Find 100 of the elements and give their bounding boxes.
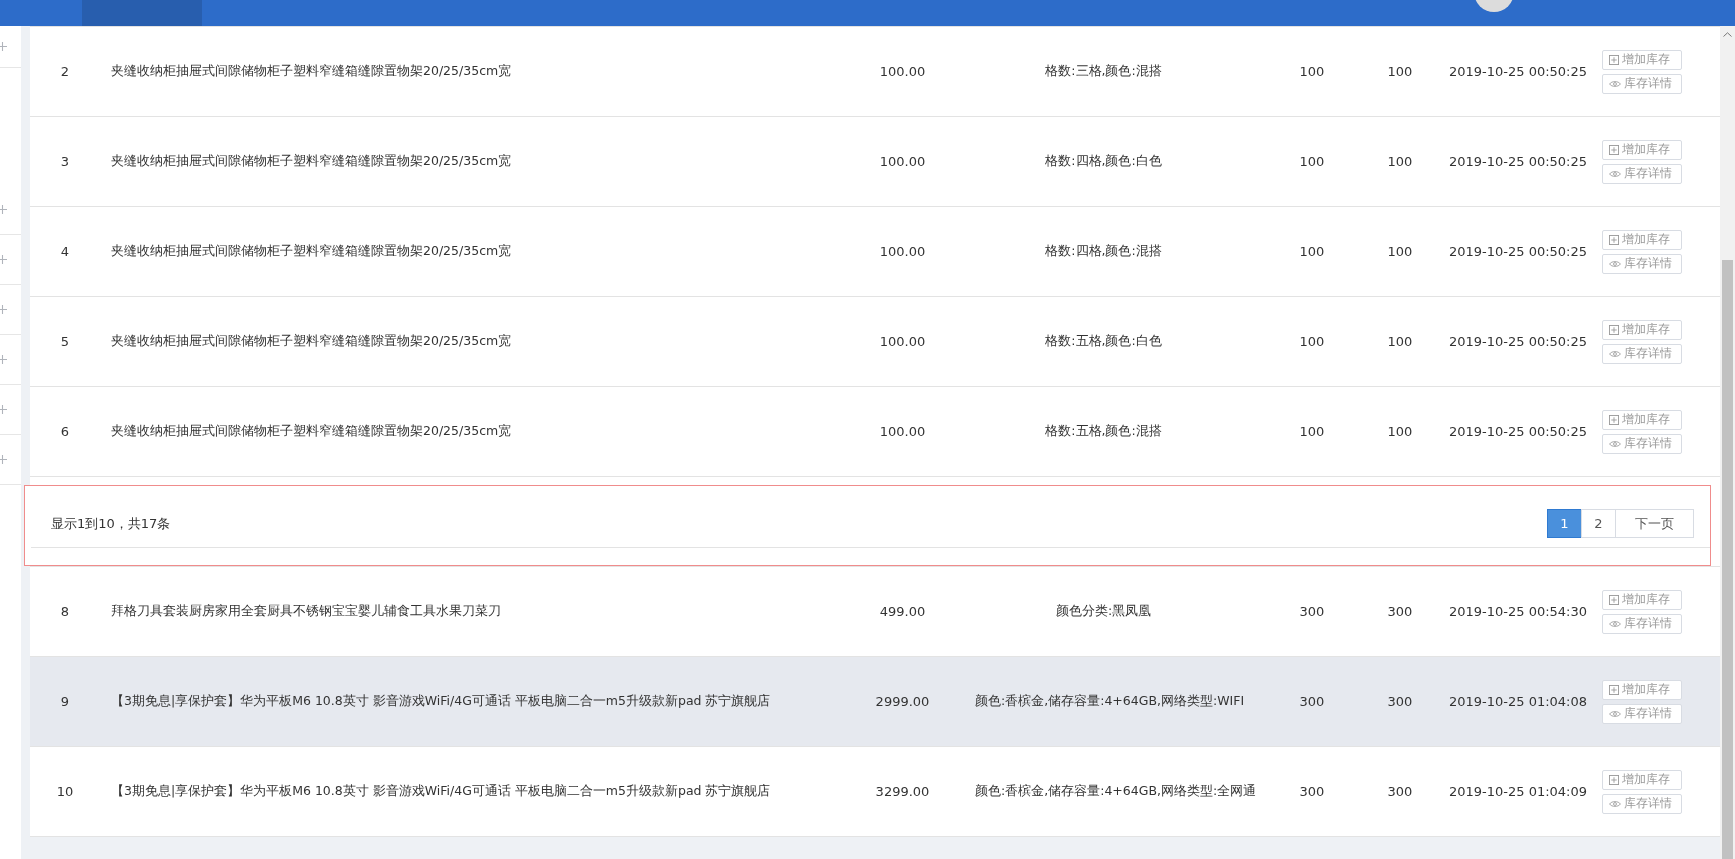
page-button[interactable]: 2	[1581, 509, 1616, 538]
plus-square-icon	[1609, 774, 1619, 785]
table-cell-text: 100.00	[878, 154, 927, 169]
plus-icon[interactable]	[0, 405, 7, 414]
plus-square-icon	[1609, 684, 1619, 695]
table-cell-text: 100	[1386, 424, 1414, 439]
eye-icon	[1609, 799, 1621, 808]
add-stock-button[interactable]: 增加库存	[1602, 769, 1682, 790]
table-cell-text: 100.00	[878, 244, 927, 259]
add-stock-button[interactable]: 增加库存	[1602, 679, 1682, 700]
plus-icon[interactable]	[0, 305, 7, 314]
table-cell-text: 10	[55, 784, 75, 799]
table-cell-text: 300	[1298, 694, 1326, 709]
table-cell-text: 2019-10-25 00:50:25	[1447, 334, 1589, 349]
table-cell-text: 300	[1298, 784, 1326, 799]
eye-icon	[1609, 169, 1621, 178]
table-cell-text: 颜色分类:黑凤凰	[1054, 603, 1153, 620]
next-page-button[interactable]: 下一页	[1615, 509, 1694, 538]
table-cell-text: 颜色:香槟金,储存容量:4+64GB,网络类型:全网通	[975, 783, 1258, 800]
stock-details-button[interactable]: 库存详情	[1602, 613, 1682, 634]
pagination-summary: 显示1到10，共17条	[51, 514, 171, 533]
table-cell-text: 100	[1298, 64, 1326, 79]
stock-details-button[interactable]: 库存详情	[1602, 73, 1682, 94]
table-cell-text: 100	[1386, 154, 1414, 169]
table-cell-text: 300	[1386, 784, 1414, 799]
eye-icon	[1609, 709, 1621, 718]
table-cell-text: 2019-10-25 00:50:25	[1447, 154, 1589, 169]
table-cell-text: 夹缝收纳柜抽屉式间隙储物柜子塑料窄缝箱缝隙置物架20/25/35cm宽	[110, 63, 513, 80]
plus-icon[interactable]	[0, 42, 7, 51]
table-cell-text: 2999.00	[874, 694, 931, 709]
plus-square-icon	[1609, 414, 1619, 425]
table-cell-text: 300	[1386, 694, 1414, 709]
scrollbar[interactable]	[1720, 26, 1735, 859]
scroll-up-icon[interactable]	[1723, 32, 1732, 37]
stock-details-button[interactable]: 库存详情	[1602, 703, 1682, 724]
table-cell-text: 300	[1298, 604, 1326, 619]
stock-details-button[interactable]: 库存详情	[1602, 343, 1682, 364]
stock-details-button[interactable]: 库存详情	[1602, 163, 1682, 184]
table-cell-text: 【3期免息|享保护套】华为平板M6 10.8英寸 影音游戏WiFi/4G可通话 平板电脑二合一m5升级款新pad 苏宁旗舰店	[110, 693, 772, 710]
table-cell-text: 100	[1298, 424, 1326, 439]
table-cell-text: 颜色:香槟金,储存容量:4+64GB,网络类型:WIFI	[975, 693, 1246, 710]
table-cell-text: 9	[59, 694, 71, 709]
stock-details-button[interactable]: 库存详情	[1602, 433, 1682, 454]
plus-square-icon	[1609, 324, 1619, 335]
plus-icon[interactable]	[0, 455, 7, 464]
table-cell-text: 【3期免息|享保护套】华为平板M6 10.8英寸 影音游戏WiFi/4G可通话 平板电脑二合一m5升级款新pad 苏宁旗舰店	[110, 783, 772, 800]
plus-square-icon	[1609, 594, 1619, 605]
table-cell-text: 2019-10-25 00:54:30	[1447, 604, 1589, 619]
plus-square-icon	[1609, 234, 1619, 245]
table-cell-text: 2019-10-25 01:04:08	[1447, 694, 1589, 709]
table-cell-text: 100.00	[878, 64, 927, 79]
stock-details-button[interactable]: 库存详情	[1602, 253, 1682, 274]
table-cell-text: 100	[1298, 154, 1326, 169]
add-stock-button[interactable]: 增加库存	[1602, 49, 1682, 70]
table-cell-text: 2019-10-25 00:50:25	[1447, 244, 1589, 259]
table-cell-text: 300	[1386, 604, 1414, 619]
plus-icon[interactable]	[0, 255, 7, 264]
plus-square-icon	[1609, 54, 1619, 65]
table-cell-text: 3	[59, 154, 71, 169]
page-button[interactable]: 1	[1547, 509, 1582, 538]
table-cell-text: 格数:三格,颜色:混搭	[1044, 63, 1163, 80]
add-stock-button[interactable]: 增加库存	[1602, 229, 1682, 250]
table-cell-text: 格数:五格,颜色:白色	[1044, 333, 1163, 350]
table-cell-text: 8	[59, 604, 71, 619]
table-cell-text: 夹缝收纳柜抽屉式间隙储物柜子塑料窄缝箱缝隙置物架20/25/35cm宽	[110, 243, 513, 260]
add-stock-button[interactable]: 增加库存	[1602, 589, 1682, 610]
add-stock-button[interactable]: 增加库存	[1602, 319, 1682, 340]
table-cell-text: 格数:五格,颜色:混搭	[1044, 423, 1163, 440]
table-cell-text: 格数:四格,颜色:混搭	[1044, 243, 1163, 260]
table-cell-text: 100	[1386, 244, 1414, 259]
table-cell-text: 2019-10-25 00:50:25	[1447, 64, 1589, 79]
plus-icon[interactable]	[0, 355, 7, 364]
eye-icon	[1609, 349, 1621, 358]
table-cell-text: 4	[59, 244, 71, 259]
table-cell-text: 100.00	[878, 424, 927, 439]
table-row[interactable]: 9 【3期免息|享保护套】华为平板M6 10.8英寸 影音游戏WiFi/4G可通话 平板电脑二合一m5升级款新pad 苏宁旗舰店 2999.00 颜色:香槟金,储存容量:4+64GB,网络类型:WIFI 300 300 2019-10-25 01:04:08 增加库存 库存详情	[30, 657, 1720, 747]
table-cell-text: 100	[1386, 64, 1414, 79]
table-cell-text: 2	[59, 64, 71, 79]
table-cell-text: 2019-10-25 01:04:09	[1447, 784, 1589, 799]
table-cell-text: 夹缝收纳柜抽屉式间隙储物柜子塑料窄缝箱缝隙置物架20/25/35cm宽	[110, 153, 513, 170]
eye-icon	[1609, 619, 1621, 628]
table-cell-text: 5	[59, 334, 71, 349]
table-cell-text: 3299.00	[874, 784, 931, 799]
add-stock-button[interactable]: 增加库存	[1602, 139, 1682, 160]
eye-icon	[1609, 79, 1621, 88]
table-cell-text: 格数:四格,颜色:白色	[1044, 153, 1163, 170]
add-stock-button[interactable]: 增加库存	[1602, 409, 1682, 430]
table-cell-text: 夹缝收纳柜抽屉式间隙储物柜子塑料窄缝箱缝隙置物架20/25/35cm宽	[110, 423, 513, 440]
table-cell-text: 499.00	[878, 604, 927, 619]
table-cell-text: 100	[1298, 244, 1326, 259]
table-cell-text: 2019-10-25 00:50:25	[1447, 424, 1589, 439]
table-cell-text: 夹缝收纳柜抽屉式间隙储物柜子塑料窄缝箱缝隙置物架20/25/35cm宽	[110, 333, 513, 350]
table-cell-text: 100.00	[878, 334, 927, 349]
stock-details-button[interactable]: 库存详情	[1602, 793, 1682, 814]
eye-icon	[1609, 259, 1621, 268]
plus-square-icon	[1609, 144, 1619, 155]
table-cell-text: 100	[1298, 334, 1326, 349]
scroll-thumb[interactable]	[1722, 260, 1733, 859]
plus-icon[interactable]	[0, 205, 7, 214]
eye-icon	[1609, 439, 1621, 448]
